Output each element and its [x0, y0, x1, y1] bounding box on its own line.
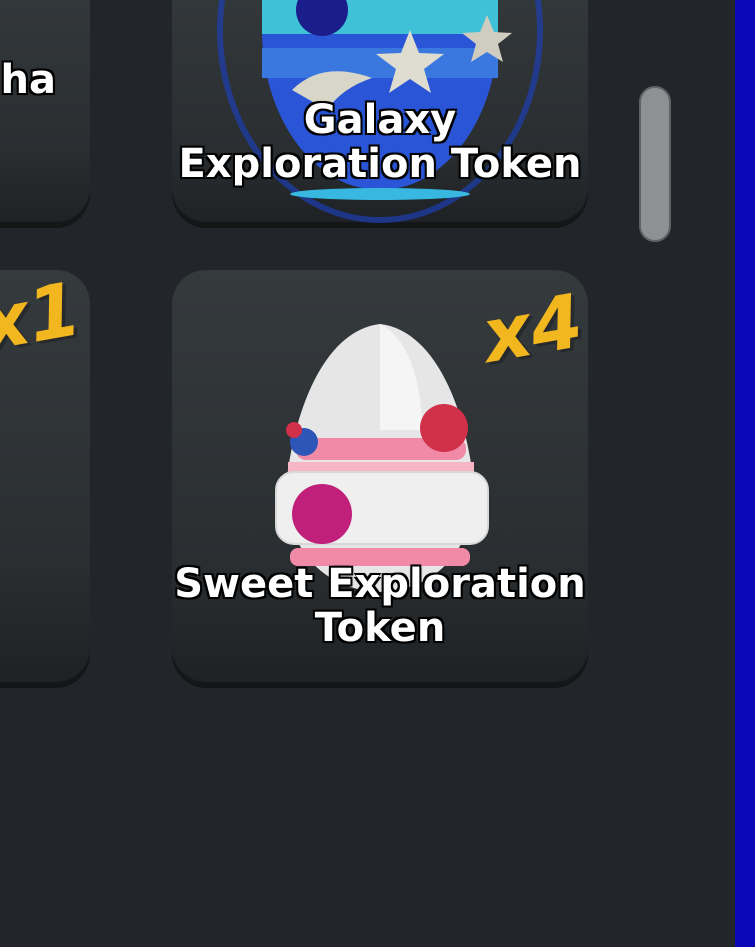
item-card-sweet-token[interactable]: x4 Sweet Exploration Token [172, 270, 588, 688]
window-edge [735, 0, 755, 947]
item-count-sweet-token: x4 [476, 278, 588, 380]
item-card-galaxy-token[interactable]: Galaxy Exploration Token [172, 0, 588, 228]
inventory-scrollbar[interactable] [639, 86, 671, 242]
item-name-left-top: ha [0, 57, 56, 103]
item-name-sweet-token: Sweet Exploration Token [174, 561, 586, 651]
item-card-left-bottom[interactable]: x1 oken [0, 270, 90, 688]
item-count-left-bottom: x1 [0, 270, 87, 368]
item-name-galaxy-token: Galaxy Exploration Token [178, 97, 582, 187]
item-card-left-top[interactable]: ha [0, 0, 90, 228]
inventory-viewport: ha x1 oken Galaxy Exploration Token [0, 0, 735, 947]
